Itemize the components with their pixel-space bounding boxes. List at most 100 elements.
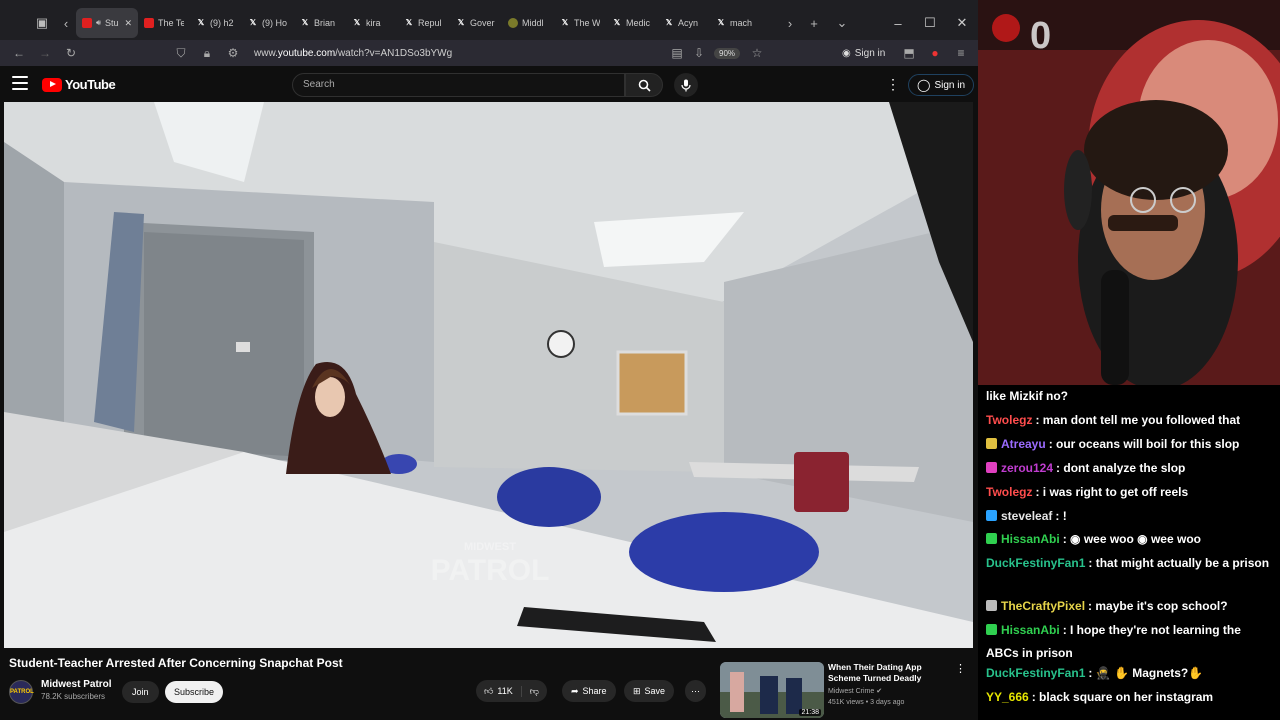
user-circle-icon: ◯ <box>917 78 931 92</box>
browser-tab[interactable]: 𝕏 The W <box>554 8 606 38</box>
youtube-signin-button[interactable]: ◯ Sign in <box>908 74 975 96</box>
minimize-icon[interactable]: – <box>882 16 914 31</box>
download-icon[interactable]: ⇩ <box>688 46 710 60</box>
dislike-button[interactable]: 👎︎ <box>522 686 547 697</box>
youtube-logo[interactable]: YouTube <box>42 77 116 92</box>
address-bar[interactable]: www.youtube.com/watch?v=AN1DSo3bYWg <box>254 48 452 59</box>
chat-message: like Mizkif no? <box>986 385 1276 408</box>
chat-username[interactable]: TheCraftyPixel <box>1001 599 1085 613</box>
account-icon: ◉ <box>842 47 851 59</box>
close-tab-icon[interactable]: ✕ <box>124 18 132 29</box>
chat-badge-icon <box>986 510 997 521</box>
video-player[interactable]: MIDWEST PATROL <box>4 102 973 648</box>
search-button[interactable] <box>625 73 663 97</box>
tab-title: The Te <box>158 18 184 28</box>
maximize-icon[interactable]: ☐ <box>914 15 946 31</box>
close-window-icon[interactable]: ✕ <box>946 15 978 31</box>
tab-overflow-icon[interactable]: ⌄ <box>832 13 852 33</box>
browser-tab[interactable]: 𝕏 Medic <box>606 8 658 38</box>
channel-avatar[interactable]: PATROL <box>9 680 34 704</box>
thumbs-up-icon: 👍︎ <box>484 685 494 696</box>
extensions-icon[interactable]: ⬒ <box>898 46 920 60</box>
browser-tab[interactable]: 𝕏 Gover <box>450 8 502 38</box>
watermark-line1: MIDWEST <box>464 541 516 553</box>
chat-message: Twolegz: i was right to get off reels <box>986 481 1276 504</box>
reload-icon[interactable]: ↻ <box>60 46 82 60</box>
chat-username[interactable]: Twolegz <box>986 485 1032 499</box>
tab-list-icon[interactable]: ▣ <box>32 13 52 33</box>
channel-name[interactable]: Midwest Patrol <box>41 679 112 690</box>
tab-title: mach <box>730 18 753 28</box>
tab-scroll-right-icon[interactable]: › <box>780 13 800 33</box>
chat-text: like Mizkif no? <box>986 389 1069 403</box>
browser-tab[interactable]: 𝕏 (9) Ho <box>242 8 294 38</box>
bookmark-star-icon[interactable]: ☆ <box>746 46 768 60</box>
x-favicon-icon: 𝕏 <box>457 18 465 27</box>
globe-favicon-icon <box>508 18 518 28</box>
search-input[interactable]: Search <box>292 73 625 97</box>
recommended-video[interactable]: 21:38 When Their Dating App Scheme Turne… <box>720 662 970 720</box>
tab-title: Acyn <box>678 18 699 28</box>
speaker-icon[interactable]: 🔊︎ <box>96 18 101 28</box>
browser-tab[interactable]: 𝕏 Repul <box>398 8 450 38</box>
permissions-icon[interactable]: ⚙ <box>222 46 244 60</box>
settings-more-icon[interactable]: ⋮ <box>886 76 900 93</box>
browser-tab[interactable]: 𝕏 Acyn <box>658 8 710 38</box>
chat-username[interactable]: HissanAbi <box>1001 532 1060 546</box>
back-icon[interactable]: ← <box>8 46 30 60</box>
chat-username[interactable]: Atreayu <box>1001 437 1046 451</box>
browser-tab[interactable]: 𝕏 (9) h2 <box>190 8 242 38</box>
like-button[interactable]: 👍︎ 11K <box>476 685 522 697</box>
browser-tab[interactable]: 𝕏kira <box>346 8 398 38</box>
menu-icon[interactable]: ≡ <box>950 46 972 60</box>
recommended-more-icon[interactable]: ⋮ <box>955 662 966 675</box>
addon-icon[interactable]: ● <box>924 46 946 60</box>
tab-strip: 🔊︎ Stu ✕ The Te 𝕏 (9) h2 𝕏 (9) Ho 𝕏 Brian 𝕏kira 𝕏 Re… <box>76 8 762 38</box>
browser-tab[interactable]: 𝕏 Brian <box>294 8 346 38</box>
tab-scroll-left-icon[interactable]: ‹ <box>56 13 76 33</box>
tab-title: The W <box>574 18 600 28</box>
browser-tab[interactable]: 🔊︎ Stu ✕ <box>76 8 138 38</box>
tab-title: Brian <box>314 18 336 28</box>
voice-search-button[interactable] <box>674 73 698 97</box>
x-favicon-icon: 𝕏 <box>405 18 413 27</box>
chat-message: steveleaf: ! <box>986 505 1276 528</box>
chat-username[interactable]: YY_666 <box>986 690 1029 704</box>
chat-username[interactable]: steveleaf <box>1001 509 1052 523</box>
chat-username[interactable]: zerou124 <box>1001 461 1053 475</box>
shield-icon[interactable]: ⛉ <box>170 46 192 61</box>
tab-title: kira <box>366 18 381 28</box>
recommended-title[interactable]: When Their Dating App Scheme Turned Dead… <box>828 662 956 684</box>
save-button[interactable]: ⊞ Save <box>624 680 675 702</box>
recommended-meta: 451K views • 3 days ago <box>828 699 905 706</box>
like-dislike-group: 👍︎ 11K 👎︎ <box>476 680 547 702</box>
webcam-image: 0 <box>978 0 1280 385</box>
tab-title: Medic <box>626 18 651 28</box>
recommended-thumbnail[interactable]: 21:38 <box>720 662 824 718</box>
hamburger-menu-icon[interactable] <box>12 76 28 90</box>
chat-text: : man dont tell me you followed that <box>1035 413 1241 427</box>
subscribe-button[interactable]: Subscribe <box>165 681 224 703</box>
chat-message: HissanAbi: I hope they're not learning t… <box>986 619 1276 665</box>
share-button[interactable]: ➦ Share <box>562 680 616 702</box>
new-tab-icon[interactable]: + <box>804 13 824 33</box>
join-button[interactable]: Join <box>122 681 159 703</box>
verified-icon: ✔ <box>876 688 883 695</box>
browser-window: ▣ ‹ 🔊︎ Stu ✕ The Te 𝕏 (9) h2 𝕏 (9) Ho 𝕏 Brian 𝕏kir… <box>0 0 978 720</box>
x-favicon-icon: 𝕏 <box>301 18 309 27</box>
x-favicon-icon: 𝕏 <box>197 18 205 27</box>
forward-icon[interactable]: → <box>34 46 56 60</box>
chat-username[interactable]: HissanAbi <box>1001 623 1060 637</box>
chat-username[interactable]: Twolegz <box>986 413 1032 427</box>
chat-username[interactable]: DuckFestinyFan1 <box>986 556 1085 570</box>
zoom-level[interactable]: 90% <box>714 47 741 59</box>
video-info: Student-Teacher Arrested After Concernin… <box>0 648 978 720</box>
browser-tab[interactable]: The Te <box>138 8 190 38</box>
browser-tab[interactable]: 𝕏mach <box>710 8 762 38</box>
browser-signin-button[interactable]: ◉ Sign in <box>842 48 885 59</box>
chat-username[interactable]: DuckFestinyFan1 <box>986 666 1085 680</box>
more-actions-button[interactable]: ⋯ <box>685 680 706 702</box>
x-favicon-icon: 𝕏 <box>665 18 673 27</box>
reader-view-icon[interactable]: ▤ <box>666 46 688 60</box>
browser-tab[interactable]: Middl <box>502 8 554 38</box>
